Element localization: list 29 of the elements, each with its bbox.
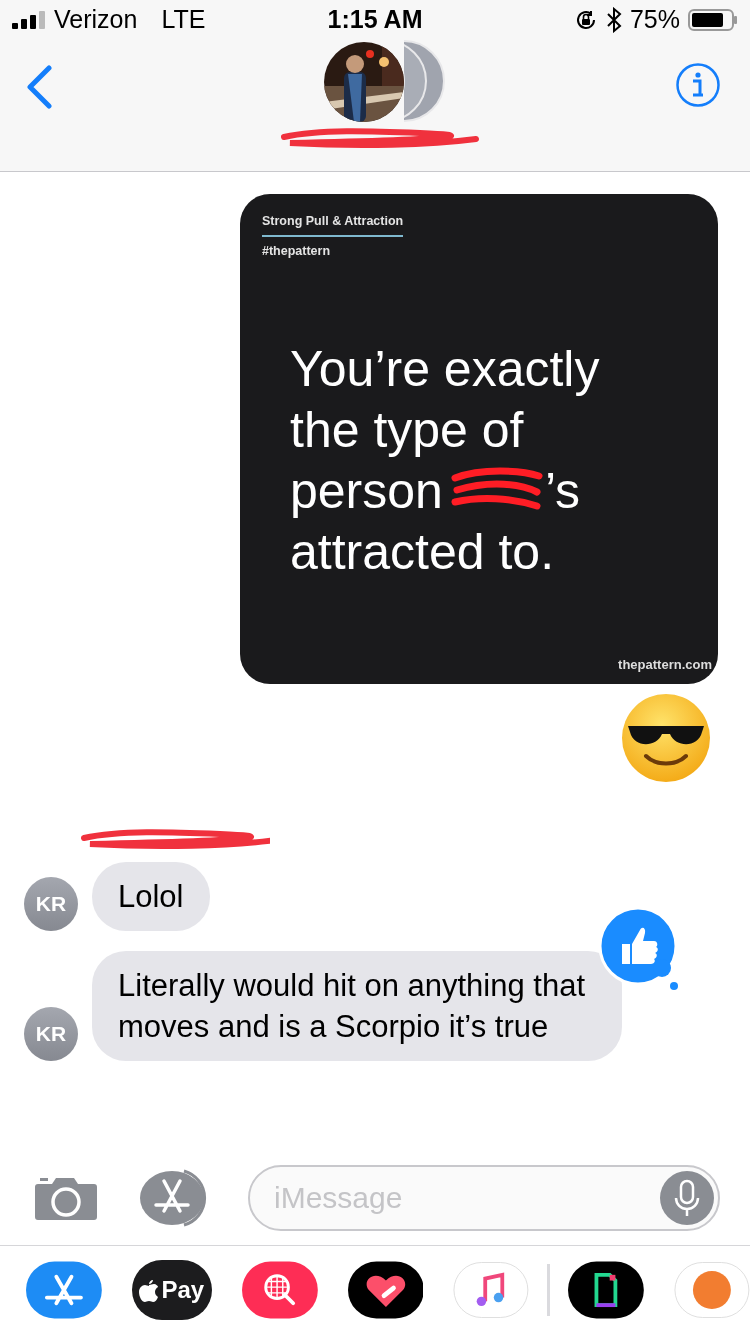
- message-bubble[interactable]: Literally would hit on anything that moves and is a Scorpio it’s true: [92, 951, 622, 1061]
- contact-avatar-stack[interactable]: [403, 40, 446, 122]
- card-hashtag: #thepattern: [262, 242, 331, 260]
- circle-app-icon[interactable]: [674, 1260, 750, 1320]
- app-store-icon[interactable]: [26, 1260, 102, 1320]
- info-icon[interactable]: [676, 63, 720, 107]
- card-source: thepattern.com: [618, 655, 713, 674]
- avatar-initials: KR: [24, 877, 78, 931]
- quote-text: attracted to.: [290, 522, 555, 582]
- battery-icon: [688, 8, 738, 32]
- avatar-initials: KR: [24, 1007, 78, 1061]
- quote-text: You’re exactly: [290, 339, 600, 399]
- shared-image-card[interactable]: Strong Pull & Attraction #thepattern You’re exactly the type of person ’s attracted to. thepattern.com: [240, 194, 718, 684]
- gif-app-icon[interactable]: [568, 1260, 645, 1320]
- back-icon[interactable]: [25, 65, 53, 109]
- quote-text: ’s: [544, 461, 581, 521]
- quote-text: the type of: [290, 400, 524, 460]
- apple-logo-icon: [139, 1278, 160, 1302]
- status-time: 1:15 AM: [326, 4, 424, 36]
- message-bubble[interactable]: Lolol: [92, 862, 210, 931]
- apple-pay-button[interactable]: Pay: [131, 1260, 212, 1320]
- quote-text: person: [290, 461, 443, 521]
- card-topic: Strong Pull & Attraction: [262, 212, 404, 237]
- microphone-icon[interactable]: [660, 1170, 714, 1225]
- signal-icon: [12, 11, 46, 29]
- battery-percent: 75%: [629, 4, 680, 36]
- bluetooth-icon: [605, 7, 622, 33]
- network-type: LTE: [161, 4, 206, 36]
- carrier-name: Verizon: [54, 4, 138, 36]
